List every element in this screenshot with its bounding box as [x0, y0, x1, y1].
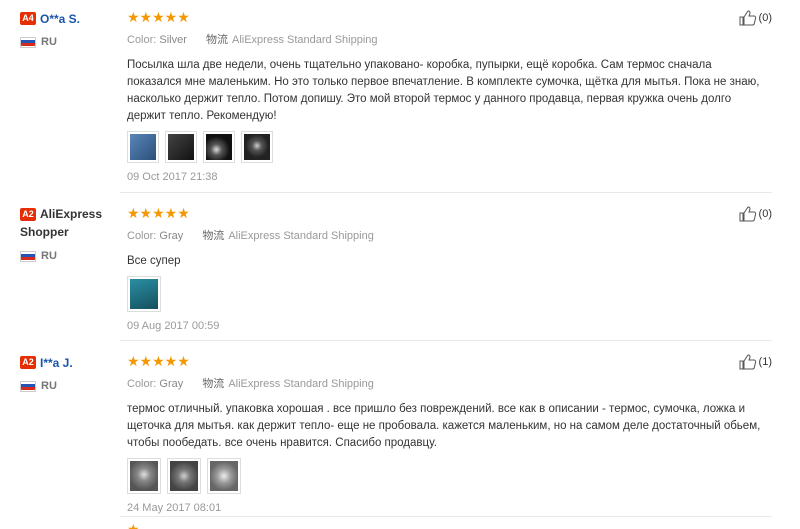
shipping-method: AliExpress Standard Shipping — [228, 230, 374, 242]
divider — [120, 340, 772, 341]
helpful-count: (0) — [758, 208, 772, 220]
logistics-icon: 物流 — [202, 378, 225, 390]
thumbs-up-icon — [739, 354, 756, 370]
thumbs-up-icon — [739, 206, 756, 222]
russia-flag-icon — [20, 250, 36, 262]
review-text: термос отличный. упаковка хорошая . все … — [127, 403, 761, 449]
reviewer-name[interactable]: O**a S. — [40, 12, 80, 26]
shipping-method: AliExpress Standard Shipping — [231, 34, 378, 46]
reviewer-country: RU — [20, 380, 120, 392]
reviewer-info: A2 AliExpress Shopper RU — [20, 206, 120, 262]
review-body: ★★★★★ Color: Gray 物流 AliExpress Standard … — [127, 205, 777, 332]
color-label: Color: — [127, 34, 157, 46]
country-code: RU — [41, 36, 57, 48]
level-badge: A2 — [20, 356, 36, 370]
helpful-button[interactable]: (0) — [739, 206, 772, 222]
color-value: Silver — [159, 34, 187, 46]
review-meta: Color: Gray 物流 AliExpress Standard Shippi… — [127, 375, 777, 391]
review-photos — [127, 458, 777, 494]
review-text: Посылка шла две недели, очень тщательно … — [127, 59, 760, 122]
country-code: RU — [41, 250, 57, 262]
shipping-method: AliExpress Standard Shipping — [228, 378, 374, 390]
helpful-count: (1) — [758, 356, 772, 368]
color-label: Color: — [127, 378, 157, 390]
review-date: 09 Aug 2017 00:59 — [127, 320, 220, 332]
review-body: ★★★★★ Color: Silver 物流 AliExpress Standar… — [127, 9, 777, 183]
review-text: Все супер — [127, 255, 181, 267]
logistics-icon: 物流 — [202, 230, 225, 242]
reviewer-country: RU — [20, 250, 120, 262]
review-date: 09 Oct 2017 21:38 — [127, 171, 218, 183]
review-photos — [127, 131, 777, 163]
divider — [120, 192, 772, 193]
review-photos — [127, 276, 777, 312]
level-badge: A2 — [20, 208, 36, 222]
country-code: RU — [41, 380, 57, 392]
russia-flag-icon — [20, 36, 36, 48]
color-value: Gray — [159, 378, 184, 390]
helpful-button[interactable]: (1) — [739, 354, 772, 370]
review-photo-thumbnail[interactable] — [127, 458, 161, 494]
divider — [120, 516, 772, 517]
review-photo-thumbnail[interactable] — [167, 458, 201, 494]
logistics-icon: 物流 — [205, 34, 228, 46]
level-badge: A4 — [20, 12, 36, 26]
review-date: 24 May 2017 08:01 — [127, 502, 222, 514]
next-review-stars-peek: ★ — [127, 524, 141, 529]
review-photo-thumbnail[interactable] — [127, 276, 161, 312]
review-photo-thumbnail[interactable] — [241, 131, 273, 163]
color-value: Gray — [159, 230, 184, 242]
thumbs-up-icon — [739, 10, 756, 26]
star-rating: ★★★★★ — [127, 205, 190, 221]
star-rating: ★★★★★ — [127, 9, 190, 25]
review-photo-thumbnail[interactable] — [165, 131, 197, 163]
review-photo-thumbnail[interactable] — [127, 131, 159, 163]
review-body: ★★★★★ Color: Gray 物流 AliExpress Standard … — [127, 353, 777, 514]
review-photo-thumbnail[interactable] — [203, 131, 235, 163]
color-label: Color: — [127, 230, 157, 242]
review-meta: Color: Silver 物流 AliExpress Standard Ship… — [127, 31, 777, 47]
russia-flag-icon — [20, 380, 36, 392]
star-rating: ★★★★★ — [127, 353, 190, 369]
helpful-button[interactable]: (0) — [739, 10, 772, 26]
helpful-count: (0) — [758, 12, 772, 24]
review-photo-thumbnail[interactable] — [207, 458, 241, 494]
reviewer-country: RU — [20, 36, 120, 48]
reviewer-info: A2 I**a J. RU — [20, 354, 120, 392]
reviewer-name[interactable]: I**a J. — [40, 356, 73, 370]
reviewer-info: A4 O**a S. RU — [20, 10, 120, 48]
review-meta: Color: Gray 物流 AliExpress Standard Shippi… — [127, 227, 777, 243]
